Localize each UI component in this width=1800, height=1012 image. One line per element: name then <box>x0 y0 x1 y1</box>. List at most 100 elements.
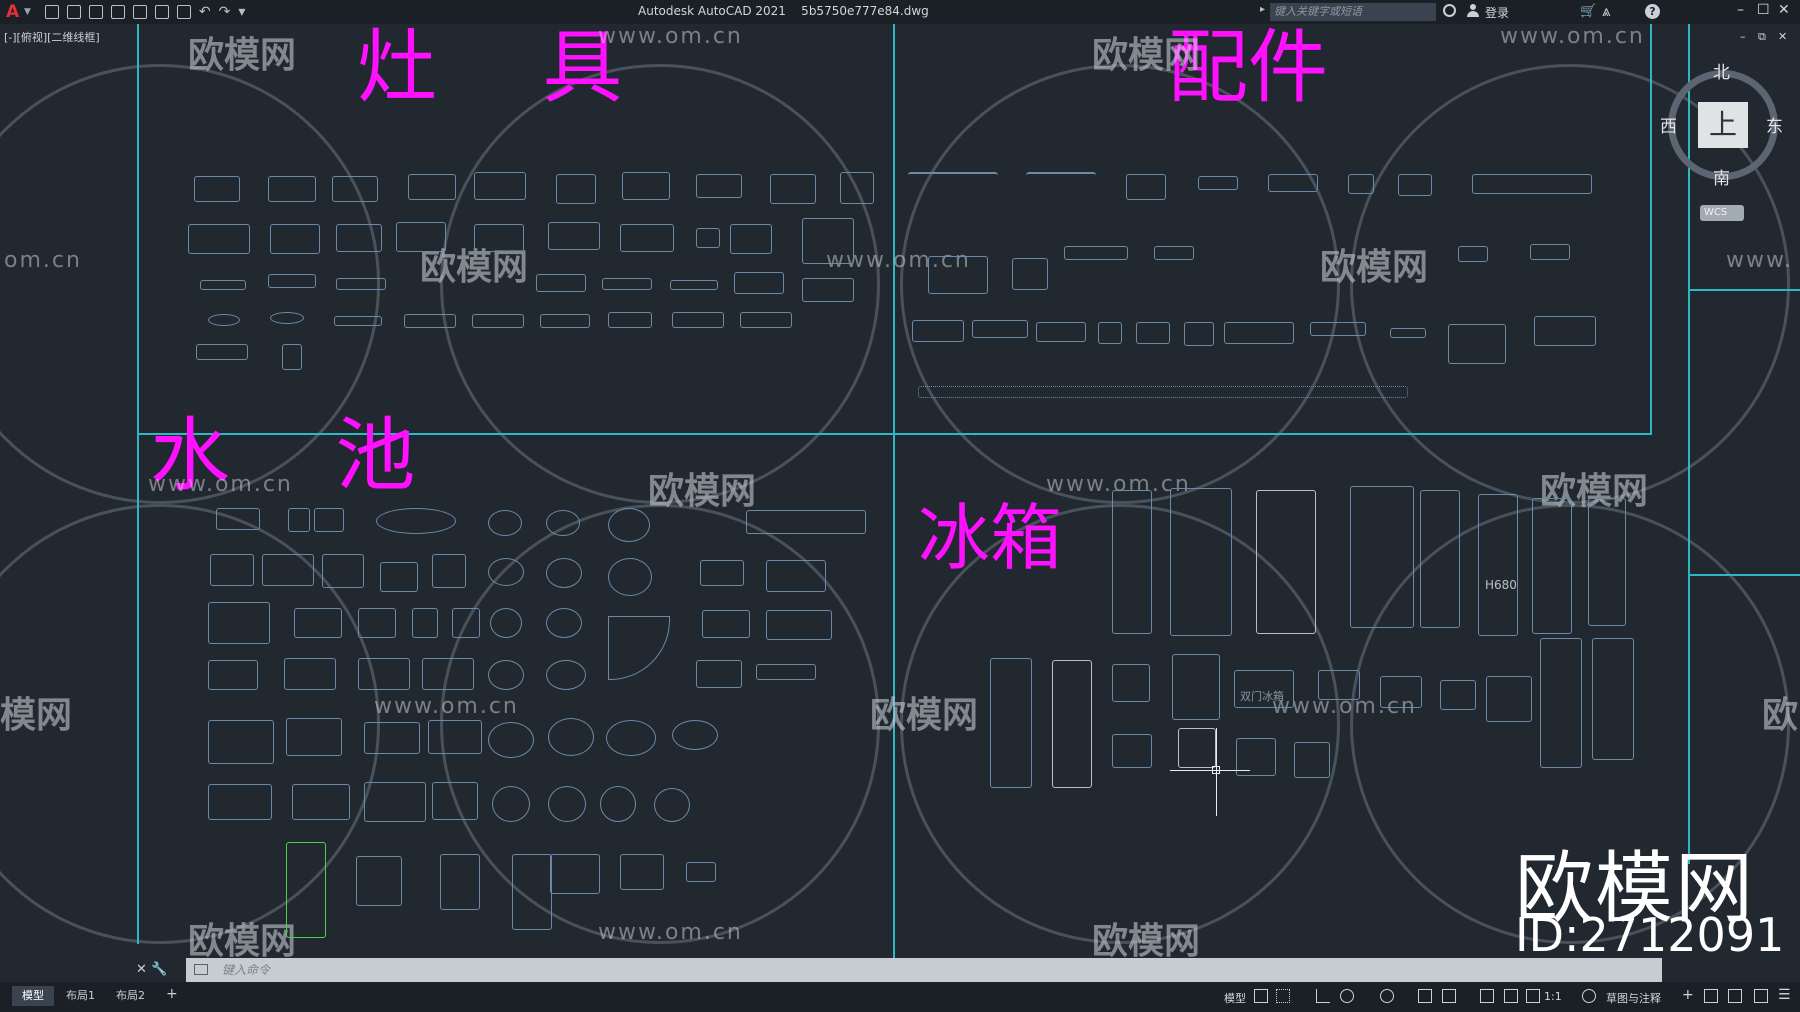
sink-symbol[interactable] <box>422 658 474 690</box>
sink-symbol[interactable] <box>380 562 418 592</box>
cart-icon[interactable]: 🛒 <box>1580 4 1596 19</box>
sink-symbol[interactable] <box>600 786 636 822</box>
accessory-symbol[interactable] <box>1530 244 1570 260</box>
sink-symbol[interactable] <box>208 720 274 764</box>
isolate-icon[interactable] <box>1704 989 1718 1003</box>
accessory-symbol[interactable] <box>928 256 988 294</box>
stove-symbol[interactable] <box>474 224 524 252</box>
pan-symbol[interactable] <box>208 314 240 326</box>
save-as-icon[interactable] <box>110 5 125 19</box>
viewcube-top-face[interactable]: 上 <box>1698 102 1748 148</box>
stove-symbol[interactable] <box>332 176 378 202</box>
sink-symbol[interactable] <box>376 508 456 534</box>
accessory-symbol[interactable] <box>1064 246 1128 260</box>
utensil-rack-symbol[interactable] <box>1198 176 1238 190</box>
fridge-symbol[interactable] <box>1172 654 1220 720</box>
sink-symbol[interactable] <box>766 560 826 592</box>
accessory-symbol[interactable] <box>1448 324 1506 364</box>
fridge-symbol[interactable] <box>1440 680 1476 710</box>
accessory-symbol[interactable] <box>1534 316 1596 346</box>
fridge-symbol[interactable] <box>1294 742 1330 778</box>
fridge-symbol[interactable] <box>1112 490 1152 634</box>
fridge-symbol[interactable] <box>1350 486 1414 628</box>
grid-icon[interactable] <box>1254 989 1268 1003</box>
fridge-symbol[interactable] <box>1588 498 1626 626</box>
sink-symbol[interactable] <box>488 510 522 536</box>
stove-symbol[interactable] <box>194 176 240 202</box>
maximize-button[interactable]: ☐ <box>1757 2 1770 18</box>
sink-symbol[interactable] <box>654 788 690 822</box>
sink-symbol[interactable] <box>208 784 272 820</box>
sink-symbol[interactable] <box>216 508 260 530</box>
sink-symbol[interactable] <box>488 660 524 690</box>
stove-symbol[interactable] <box>670 280 718 290</box>
stove-symbol[interactable] <box>802 218 854 264</box>
faucet-symbol[interactable] <box>512 854 552 930</box>
plot-icon[interactable] <box>176 5 191 19</box>
stove-symbol[interactable] <box>268 274 316 288</box>
sink-symbol[interactable] <box>286 718 342 756</box>
accessory-symbol[interactable] <box>1224 322 1294 344</box>
undo-icon[interactable]: ↶ <box>199 4 211 20</box>
stove-symbol[interactable] <box>734 272 784 294</box>
sink-symbol[interactable] <box>672 720 718 750</box>
stove-symbol[interactable] <box>200 280 246 290</box>
stove-symbol[interactable] <box>696 228 720 248</box>
sink-symbol[interactable] <box>210 554 254 586</box>
stove-symbol[interactable] <box>268 176 316 202</box>
stove-symbol[interactable] <box>730 224 772 254</box>
sink-symbol[interactable] <box>208 660 258 690</box>
save-web-icon[interactable] <box>154 5 169 19</box>
stove-symbol[interactable] <box>408 174 456 200</box>
plus-icon[interactable]: + <box>1682 987 1694 1003</box>
fridge-symbol[interactable] <box>1112 734 1152 768</box>
accessory-symbol[interactable] <box>912 320 964 342</box>
workspace-switch[interactable]: 草图与注释 <box>1606 990 1661 1006</box>
stove-symbol[interactable] <box>602 278 652 290</box>
faucet-symbol[interactable] <box>356 856 402 906</box>
new-file-icon[interactable] <box>44 5 59 19</box>
fridge-symbol[interactable] <box>1592 638 1634 760</box>
sink-symbol[interactable] <box>428 720 482 754</box>
search-icon[interactable] <box>1443 4 1456 17</box>
fridge-symbol[interactable] <box>1170 488 1232 636</box>
accessory-row-symbol[interactable] <box>918 386 1408 398</box>
a360-icon[interactable]: ⩓ <box>1602 2 1610 20</box>
compass-south[interactable]: 南 <box>1713 164 1730 189</box>
sink-symbol[interactable] <box>432 554 466 588</box>
annotation-visibility-icon[interactable] <box>1480 989 1494 1003</box>
sink-symbol[interactable] <box>288 508 310 532</box>
auto-scale-icon[interactable] <box>1504 989 1518 1003</box>
sink-symbol[interactable] <box>432 782 478 820</box>
sink-symbol[interactable] <box>546 510 580 536</box>
sink-symbol[interactable] <box>546 608 582 638</box>
chevron-down-icon[interactable]: ▼ <box>24 7 31 17</box>
tab-layout2[interactable]: 布局2 <box>106 986 155 1006</box>
pan-symbol[interactable] <box>672 312 724 328</box>
user-icon[interactable] <box>1467 4 1479 18</box>
sink-symbol[interactable] <box>702 610 750 638</box>
sink-symbol[interactable] <box>548 718 594 756</box>
stove-symbol[interactable] <box>188 224 250 254</box>
fridge-symbol[interactable] <box>1540 638 1582 768</box>
accessory-symbol[interactable] <box>1310 322 1366 336</box>
fridge-symbol[interactable] <box>1478 494 1518 636</box>
fridge-symbol[interactable] <box>1256 490 1316 634</box>
sink-symbol[interactable] <box>608 508 650 542</box>
sink-symbol[interactable] <box>700 560 744 586</box>
stove-symbol[interactable] <box>396 222 446 252</box>
pan-symbol[interactable] <box>608 312 652 328</box>
fridge-symbol[interactable] <box>1532 498 1572 634</box>
annotation-scale[interactable]: 1:1 <box>1544 990 1562 1003</box>
lineweight-icon[interactable] <box>1442 989 1456 1003</box>
stove-symbol[interactable] <box>696 174 742 198</box>
sink-symbol[interactable] <box>322 554 364 588</box>
sink-symbol[interactable] <box>292 784 350 820</box>
selected-sink-symbol[interactable] <box>286 842 326 938</box>
redo-icon[interactable]: ↷ <box>219 4 231 20</box>
close-button[interactable]: ✕ <box>1778 2 1790 18</box>
sink-symbol[interactable] <box>208 602 270 644</box>
accessory-symbol[interactable] <box>1136 322 1170 344</box>
fridge-symbol[interactable] <box>1178 728 1216 768</box>
faucet-symbol[interactable] <box>440 854 480 910</box>
